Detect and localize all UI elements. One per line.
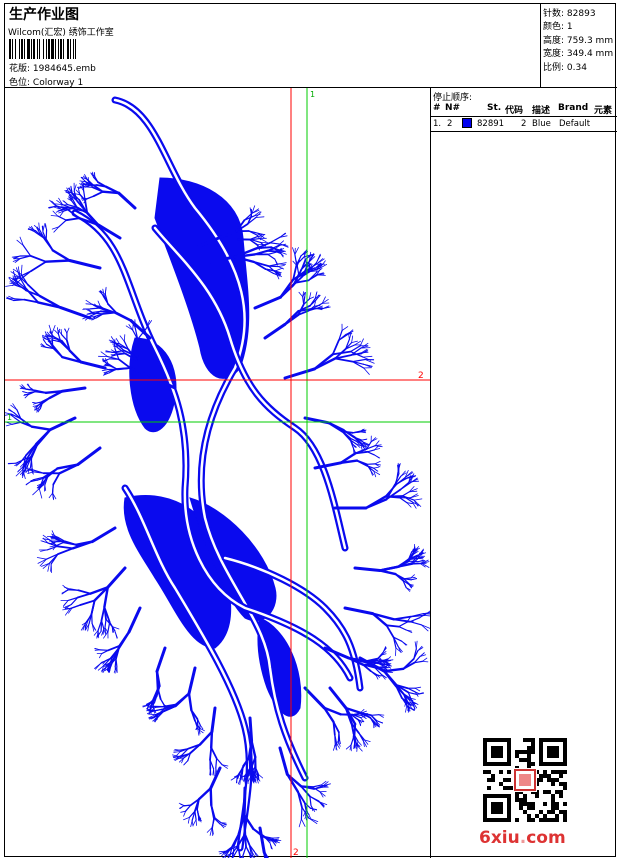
col-header-num: # [433,103,441,113]
col-header-element: 元素 [594,106,613,116]
stat-value: 1 [566,22,573,32]
guide-label-red-bottom: 2 [293,848,299,858]
header-divider [431,116,617,117]
watermark-logo: 6xiu.com [479,828,566,848]
stat-label: 颜色: [543,22,565,32]
stop-sequence-title: 停止顺序: [433,93,473,103]
watermark-main: 6xiu [479,828,520,848]
header-info: 生产作业图 Wilcom(汇宏) 绣饰工作室 花版: 1984645.emb 色… [5,4,541,88]
stat-value: 0.34 [566,63,587,73]
col-header-brand: Brand [558,103,589,113]
stat-height: 高度: 759.3 mm [543,33,613,46]
col-header-code: 代码 [505,106,524,116]
stat-label: 宽度: [543,49,565,59]
colorway-info: 色位: Colorway 1 [9,75,83,88]
file-name: 1984645.emb [32,64,96,74]
colorway-name: Colorway 1 [32,78,84,88]
stat-stitches: 针数: 82893 [543,6,596,19]
col-header-stitches: St. [487,103,502,113]
guide-label-green-top: 1 [310,90,315,99]
stat-scale: 比例: 0.34 [543,60,587,73]
row-divider [431,131,617,132]
stat-label: 高度: [543,36,565,46]
stat-value: 349.4 mm [566,49,614,59]
guide-label-green-left: 1 [7,413,12,422]
stats-panel: 针数: 82893 颜色: 1 高度: 759.3 mm 宽度: 349.4 m… [541,4,617,88]
row-needle: 2 [447,119,453,129]
stat-value: 82893 [566,9,596,19]
embroidery-artwork [5,96,430,858]
production-sheet: 生产作业图 Wilcom(汇宏) 绣饰工作室 花版: 1984645.emb 色… [4,3,617,858]
row-stitches: 82891 [477,119,505,129]
row-brand: Default [559,119,591,129]
stat-label: 比例: [543,63,565,73]
row-code: 2 [521,119,527,129]
guide-label-red-right: 2 [418,371,424,381]
stat-width: 宽度: 349.4 mm [543,46,613,59]
page-title: 生产作业图 [9,7,79,23]
row-description: Blue [532,119,551,129]
barcode [9,39,119,59]
file-info: 花版: 1984645.emb [9,61,96,74]
design-preview: 1 1 2 2 [5,88,431,858]
stat-label: 针数: [543,9,565,19]
stop-sequence-panel: 停止顺序: # N# St. 代码 描述 Brand 元素 1. 2 82891… [431,88,617,858]
col-header-description: 描述 [532,106,551,116]
stat-colors: 颜色: 1 [543,19,573,32]
watermark-tail: com [526,828,566,848]
colorway-label: 色位: [9,78,31,88]
stat-value: 759.3 mm [566,36,614,46]
file-label: 花版: [9,64,31,74]
col-header-needle: N# [445,103,461,113]
color-swatch [462,118,472,128]
embroidery-design: 1 1 2 2 [5,88,430,858]
qr-code [483,738,567,822]
company-name: Wilcom(汇宏) 绣饰工作室 [8,28,114,38]
row-num: 1. [433,119,442,129]
